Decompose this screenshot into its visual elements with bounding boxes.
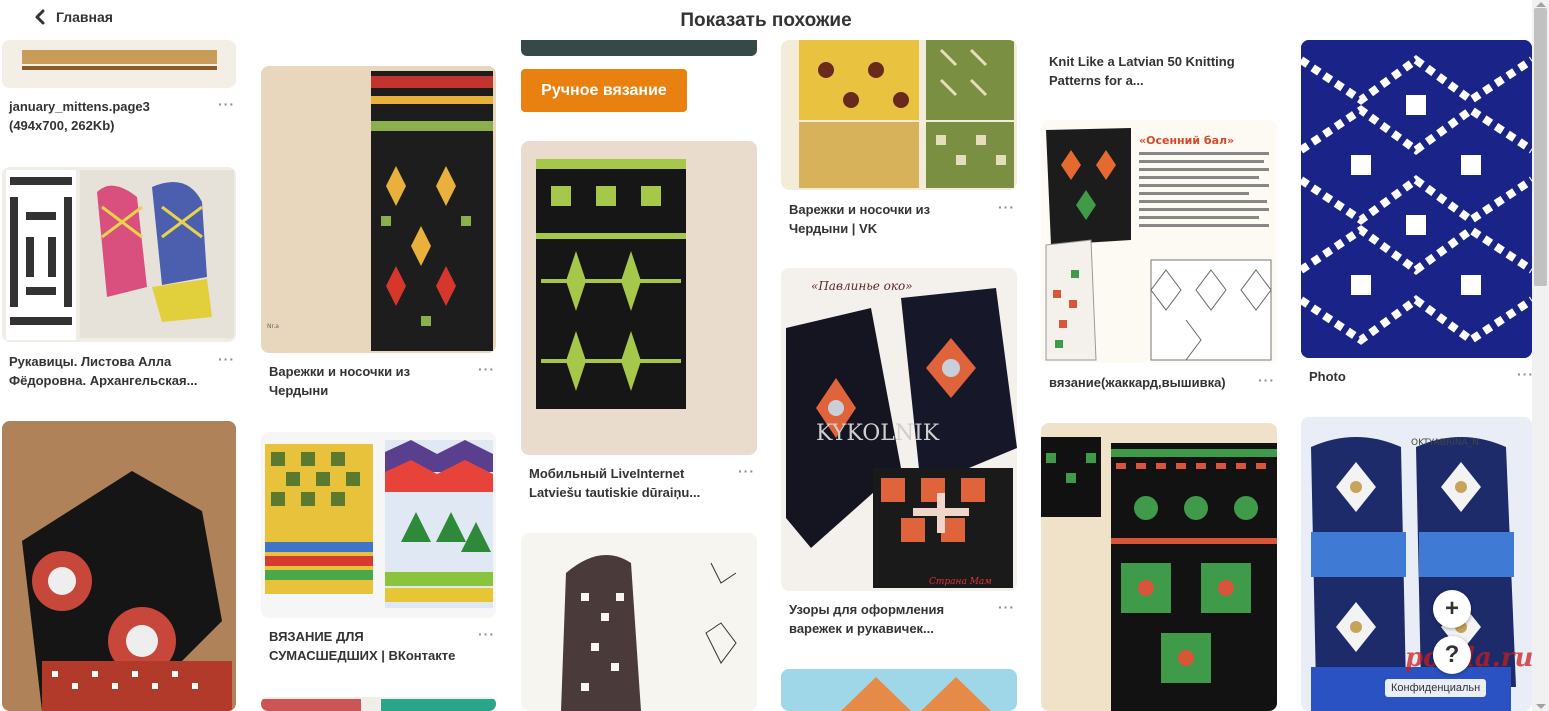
more-dots-icon[interactable]: ··· xyxy=(1258,372,1275,388)
topic-chip-hand-knitting[interactable]: Ручное вязание xyxy=(521,69,687,112)
more-dots-icon[interactable]: ··· xyxy=(478,361,495,377)
pin-image-january-mittens[interactable] xyxy=(2,40,236,88)
more-dots-icon[interactable]: ··· xyxy=(738,463,755,479)
chart-strip xyxy=(261,699,496,711)
image-title-text: «Павлинье око» xyxy=(811,279,913,293)
pin-caption[interactable]: Узоры для оформления варежек и рукавичек.… xyxy=(789,600,944,638)
scrollbar-thumb[interactable] xyxy=(1534,8,1547,286)
pin-image-cherdyn-chart[interactable]: Nr.a xyxy=(261,66,496,353)
pin-caption[interactable]: Мобильный LiveInternet Latviešu tautiskie… xyxy=(529,464,700,502)
pin-image-peacock-eye[interactable]: «Павлинье око» KYKOLNIK Страна Мам xyxy=(781,268,1017,591)
scrollbar[interactable] xyxy=(1532,0,1549,711)
pin-caption[interactable]: вязание(жаккард,вышивка) xyxy=(1049,373,1226,392)
pin-caption[interactable]: Варежки и носочки из Чердыни xyxy=(269,362,410,400)
pin-caption[interactable]: january_mittens.page3 (494x700, 262Kb) xyxy=(9,97,150,135)
pin-image-mitten-outline-chart[interactable] xyxy=(521,533,757,711)
knit-chart-strip xyxy=(22,50,217,70)
watermark-text: KYKOLNIK xyxy=(816,421,940,446)
more-dots-icon[interactable]: ··· xyxy=(218,351,235,367)
pin-image-chart-bottom-col2[interactable] xyxy=(261,697,496,711)
scroll-up-arrow-icon[interactable] xyxy=(1536,2,1546,7)
magazine-page-autumn-ball: «Осенний бал» xyxy=(1045,128,1272,361)
top-header: Главная Показать похожие xyxy=(0,0,1532,40)
white-black-chart-and-mittens xyxy=(6,170,234,340)
mitten-photo xyxy=(2,421,236,711)
question-icon: ? xyxy=(1444,641,1460,668)
pin-image-latvian-green-chart[interactable] xyxy=(521,141,757,455)
more-dots-icon[interactable]: ··· xyxy=(998,199,1015,215)
pin-caption[interactable]: Knit Like a Latvian 50 Knitting Patterns … xyxy=(1049,52,1235,90)
pin-image-dark-top[interactable] xyxy=(521,40,757,56)
blue-white-pattern xyxy=(1301,40,1532,358)
more-dots-icon[interactable]: ··· xyxy=(998,599,1015,615)
pin-image-crazy-knitting[interactable] xyxy=(261,432,496,618)
more-dots-icon[interactable]: ··· xyxy=(218,96,235,112)
pin-image-blue-white-pattern[interactable] xyxy=(1301,40,1532,358)
add-button[interactable]: + xyxy=(1433,590,1471,628)
sunflower-leaf-chart xyxy=(799,40,1014,188)
article-title-text: «Осенний бал» xyxy=(1139,134,1234,147)
more-dots-icon[interactable]: ··· xyxy=(478,626,495,642)
mitten-chart-diagram xyxy=(561,555,737,711)
plus-icon: + xyxy=(1444,595,1459,622)
pin-caption[interactable]: ВЯЗАНИЕ ДЛЯ СУМАСШЕДШИХ | ВКонтакте xyxy=(269,627,455,665)
pin-image-green-red-chart[interactable] xyxy=(1041,423,1277,711)
help-button[interactable]: ? xyxy=(1433,636,1471,674)
chart-strip xyxy=(841,677,991,711)
pin-image-listova-mittens[interactable] xyxy=(2,167,236,342)
scroll-down-arrow-icon[interactable] xyxy=(1536,704,1546,709)
pin-image-star-mitten-photo[interactable] xyxy=(2,421,236,711)
pin-feed: january_mittens.page3 (494x700, 262Kb) ··… xyxy=(0,0,1532,711)
green-black-chart xyxy=(536,159,686,409)
pin-caption[interactable]: Photo xyxy=(1309,367,1346,386)
green-red-black-chart xyxy=(1041,437,1277,711)
pin-caption[interactable]: Рукавицы. Листова Алла Фёдоровна. Арханге… xyxy=(9,352,197,390)
page-title: Показать похожие xyxy=(680,10,852,31)
pin-image-sunflower-chart[interactable] xyxy=(781,40,1017,190)
more-dots-icon[interactable]: ··· xyxy=(1517,366,1532,382)
pin-image-chart-bottom-col4[interactable] xyxy=(781,669,1017,711)
pin-caption[interactable]: Варежки и носочки из Чердыни | VK xyxy=(789,200,930,238)
pin-image-osenniy-bal[interactable]: «Осенний бал» xyxy=(1041,120,1277,363)
watermark-text: Страна Мам xyxy=(929,577,992,587)
two-colorwork-charts xyxy=(265,440,493,608)
peacock-mittens-photo: «Павлинье око» KYKOLNIK Страна Мам xyxy=(786,279,1017,588)
svg-text:Nr.a: Nr.a xyxy=(267,323,279,330)
privacy-link[interactable]: Конфиденциальн xyxy=(1385,679,1487,697)
colorwork-chart: Nr.a xyxy=(267,71,493,351)
watermark-text: OKTYABRINA_N xyxy=(1411,438,1479,448)
